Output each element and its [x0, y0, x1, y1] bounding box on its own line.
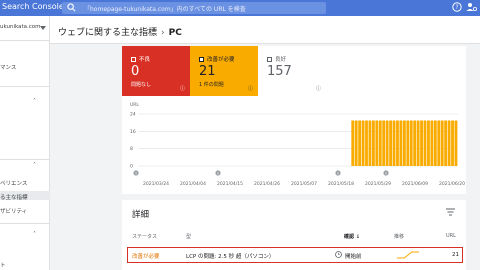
chevron-down-icon[interactable]: [40, 26, 46, 30]
property-selector[interactable]: ukunikata.com: [0, 24, 40, 30]
chart-bar: [365, 120, 368, 166]
chart-bar: [375, 120, 379, 166]
annotation-label: 1: [337, 172, 339, 176]
chart-bar: [437, 120, 441, 166]
sidebar: ukunikata.com マンス ˄ ˄ ペリエンス る主な指標 ザビリティ …: [0, 16, 50, 270]
sidebar-item-mobile-usability[interactable]: ザビリティ: [0, 207, 27, 215]
row-validation: 開始前: [345, 254, 362, 260]
chart-bar: [444, 120, 448, 166]
x-tick-label: 2021/04/15: [217, 181, 243, 187]
annotation-label: 1: [385, 172, 387, 176]
sidebar-divider: [0, 86, 50, 87]
breadcrumb-separator: ›: [161, 28, 165, 38]
user-settings-icon[interactable]: [466, 2, 477, 12]
breadcrumb-parent[interactable]: ウェブに関する主な指標: [58, 28, 157, 38]
x-tick-label: 2021/05/29: [365, 181, 391, 187]
filter-icon[interactable]: [446, 208, 455, 216]
chevron-up-icon[interactable]: ˄: [33, 162, 36, 169]
chart-bar: [371, 120, 375, 166]
chart-bar: [423, 120, 427, 166]
sidebar-item-page-experience[interactable]: ペリエンス: [0, 179, 27, 187]
column-header-urls[interactable]: URL: [446, 233, 456, 239]
url-inspection-search[interactable]: 「homepage-tukunikata.com」内のすべての URL を検査: [62, 2, 326, 14]
chart-bar: [368, 120, 372, 166]
chart-bar: [409, 120, 413, 166]
chart-bar: [378, 120, 382, 166]
sidebar-item-performance[interactable]: マンス: [0, 63, 16, 71]
breadcrumb: ウェブに関する主な指標 › PC: [58, 25, 182, 38]
help-icon[interactable]: ?: [452, 2, 462, 12]
chart-bar: [385, 120, 389, 166]
chevron-up-icon[interactable]: ˄: [33, 98, 36, 105]
chart-bar: [402, 120, 406, 166]
chevron-up-icon[interactable]: ˄: [33, 231, 36, 238]
y-axis-label: URL: [130, 102, 139, 108]
column-header-validation[interactable]: 確認 ↓: [344, 233, 360, 240]
svg-text:?: ?: [455, 4, 458, 11]
chart-bar: [389, 120, 393, 166]
details-title: 詳細: [132, 210, 150, 220]
chart-bar: [406, 120, 410, 166]
chart-bar: [413, 120, 417, 166]
page-title: PC: [168, 28, 182, 38]
app-title[interactable]: Search Console: [2, 2, 64, 11]
row-type: LCP の問題: 2.5 秒 超（パソコン）: [186, 254, 275, 260]
x-tick-label: 2021/04/04: [180, 181, 206, 187]
x-tick-label: 2021/06/09: [402, 181, 428, 187]
chart-bar: [351, 120, 355, 166]
y-tick-label: 16: [130, 129, 136, 135]
top-bar: Search Console 「homepage-tukunikata.com」…: [0, 0, 480, 16]
table-row[interactable]: 改善が必要 LCP の問題: 2.5 秒 超（パソコン） 開始前 21: [127, 247, 463, 263]
x-tick-label: 2021/06/20: [439, 181, 465, 187]
row-status: 改善が必要: [132, 254, 160, 260]
chart-bar: [451, 120, 454, 166]
x-tick-label: 2021/05/07: [291, 181, 317, 187]
sidebar-divider: [0, 223, 50, 224]
x-tick-label: 2021/03/24: [143, 181, 169, 187]
chart-bar: [416, 120, 420, 166]
chart-bar: [420, 120, 423, 166]
sidebar-divider: [0, 40, 50, 41]
url-trend-chart: URL 24 16 8 0 2021/03/24 2021/04/04 2021/04/15 2…: [130, 102, 465, 187]
chart-bar: [382, 120, 386, 166]
chart-bar: [440, 120, 444, 166]
chart-bar: [361, 120, 365, 166]
details-card: 詳細 ステータス 型 確認 ↓ 推移 URL 改善が必要 LCP の問題: 2.…: [122, 200, 466, 270]
y-tick-label: 24: [130, 112, 136, 118]
chart-bar: [433, 120, 437, 166]
clock-icon: [335, 251, 342, 258]
chart-bar: [358, 120, 362, 166]
column-header-status[interactable]: ステータス: [132, 233, 157, 240]
chart-bar: [392, 120, 396, 166]
sparkline-line: [397, 251, 419, 259]
chart-bar: [427, 120, 430, 166]
chart-bar: [447, 120, 451, 166]
overview-card: 不良 0 問題なし ⓘ 改善が必要 21 1 件の問題 ⓘ 良好 157 ⓘ U…: [122, 46, 466, 194]
chart-bar: [399, 120, 403, 166]
x-tick-label: 2021/05/18: [328, 181, 354, 187]
column-header-trend[interactable]: 推移: [394, 233, 404, 240]
sidebar-item-core-web-vitals[interactable]: る主な指標: [0, 193, 28, 201]
row-urls: 21: [452, 252, 459, 258]
sidebar-item-list[interactable]: ト: [0, 261, 6, 269]
search-icon: [67, 3, 76, 12]
chart-bar: [454, 120, 458, 166]
chart-bar: [354, 120, 358, 166]
search-input[interactable]: 「homepage-tukunikata.com」内のすべての URL を検査: [84, 4, 246, 13]
y-tick-label: 0: [130, 164, 133, 170]
column-header-type[interactable]: 型: [186, 233, 191, 240]
sidebar-divider: [0, 159, 50, 160]
x-tick-label: 2021/04/26: [254, 181, 280, 187]
annotation-label: 1: [217, 172, 219, 176]
annotation-label: 1: [135, 172, 137, 176]
chart-bar: [396, 120, 399, 166]
page-header: ウェブに関する主な指標 › PC: [50, 16, 480, 44]
y-tick-label: 8: [130, 146, 133, 152]
row-trend-sparkline: [397, 251, 419, 259]
chart-bar: [430, 120, 434, 166]
